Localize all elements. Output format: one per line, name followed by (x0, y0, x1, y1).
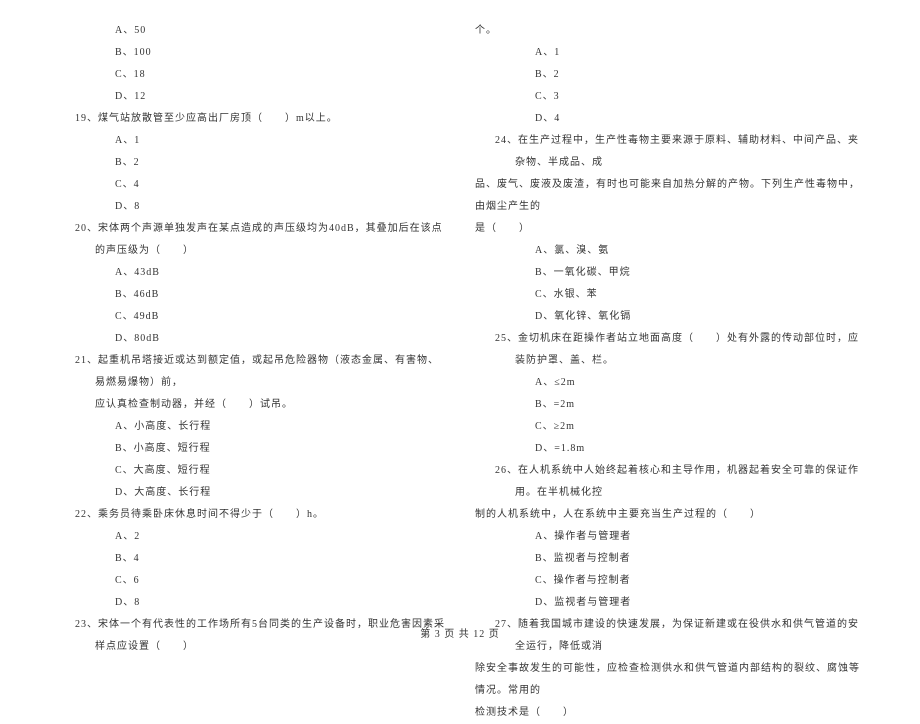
option-21-b: B、小高度、短行程 (55, 438, 445, 460)
option-26-c: C、操作者与控制者 (475, 570, 865, 592)
option-25-d: D、=1.8m (475, 438, 865, 460)
option-22-d: D、8 (55, 592, 445, 614)
option-24-d: D、氧化锌、氧化镉 (475, 306, 865, 328)
question-23-cont: 个。 (475, 20, 865, 42)
option-26-b: B、监视者与控制者 (475, 548, 865, 570)
option-19-d: D、8 (55, 196, 445, 218)
option-20-b: B、46dB (55, 284, 445, 306)
question-26-line2: 制的人机系统中，人在系统中主要充当生产过程的（ ） (475, 504, 865, 526)
option-18-c: C、18 (55, 64, 445, 86)
question-22: 22、乘务员待乘卧床休息时间不得少于（ ）h。 (75, 504, 445, 526)
option-23-a: A、1 (475, 42, 865, 64)
question-20: 20、宋体两个声源单独发声在某点造成的声压级均为40dB，其叠加后在该点的声压级… (75, 218, 445, 262)
question-19: 19、煤气站放散管至少应高出厂房顶（ ）m以上。 (75, 108, 445, 130)
option-26-a: A、操作者与管理者 (475, 526, 865, 548)
option-23-d: D、4 (475, 108, 865, 130)
option-25-c: C、≥2m (475, 416, 865, 438)
question-21-cont: 应认真检查制动器，并经（ ）试吊。 (55, 394, 445, 416)
question-27-line2: 除安全事故发生的可能性，应检查检测供水和供气管道内部结构的裂纹、腐蚀等情况。常用… (475, 658, 865, 702)
option-19-c: C、4 (55, 174, 445, 196)
option-22-a: A、2 (55, 526, 445, 548)
option-20-d: D、80dB (55, 328, 445, 350)
option-21-a: A、小高度、长行程 (55, 416, 445, 438)
page-footer: 第 3 页 共 12 页 (0, 625, 920, 640)
option-18-d: D、12 (55, 86, 445, 108)
question-24-line2: 品、废气、废液及废渣，有时也可能来自加热分解的产物。下列生产性毒物中，由烟尘产生… (475, 174, 865, 218)
option-25-a: A、≤2m (475, 372, 865, 394)
left-column: A、50 B、100 C、18 D、12 19、煤气站放散管至少应高出厂房顶（ … (40, 20, 460, 610)
right-column: 个。 A、1 B、2 C、3 D、4 24、在生产过程中，生产性毒物主要来源于原… (460, 20, 880, 610)
option-21-c: C、大高度、短行程 (55, 460, 445, 482)
option-22-b: B、4 (55, 548, 445, 570)
option-20-a: A、43dB (55, 262, 445, 284)
question-25: 25、金切机床在距操作者站立地面高度（ ）处有外露的传动部位时，应装防护罩、盖、… (495, 328, 865, 372)
option-18-b: B、100 (55, 42, 445, 64)
question-27-line3: 检测技术是（ ） (475, 702, 865, 724)
document-page: A、50 B、100 C、18 D、12 19、煤气站放散管至少应高出厂房顶（ … (0, 0, 920, 610)
question-24-line3: 是（ ） (475, 218, 865, 240)
option-26-d: D、监视者与管理者 (475, 592, 865, 614)
question-21: 21、起重机吊塔接近或达到额定值，或起吊危险器物（液态金属、有害物、易燃易爆物）… (75, 350, 445, 394)
option-23-b: B、2 (475, 64, 865, 86)
option-19-b: B、2 (55, 152, 445, 174)
option-21-d: D、大高度、长行程 (55, 482, 445, 504)
option-24-b: B、一氧化碳、甲烷 (475, 262, 865, 284)
option-18-a: A、50 (55, 20, 445, 42)
option-24-c: C、水银、苯 (475, 284, 865, 306)
option-25-b: B、=2m (475, 394, 865, 416)
question-26: 26、在人机系统中人始终起着核心和主导作用，机器起着安全可靠的保证作用。在半机械… (495, 460, 865, 504)
question-24: 24、在生产过程中，生产性毒物主要来源于原料、辅助材料、中间产品、夹杂物、半成品… (495, 130, 865, 174)
option-20-c: C、49dB (55, 306, 445, 328)
option-22-c: C、6 (55, 570, 445, 592)
option-23-c: C、3 (475, 86, 865, 108)
option-24-a: A、氯、溴、氨 (475, 240, 865, 262)
option-19-a: A、1 (55, 130, 445, 152)
